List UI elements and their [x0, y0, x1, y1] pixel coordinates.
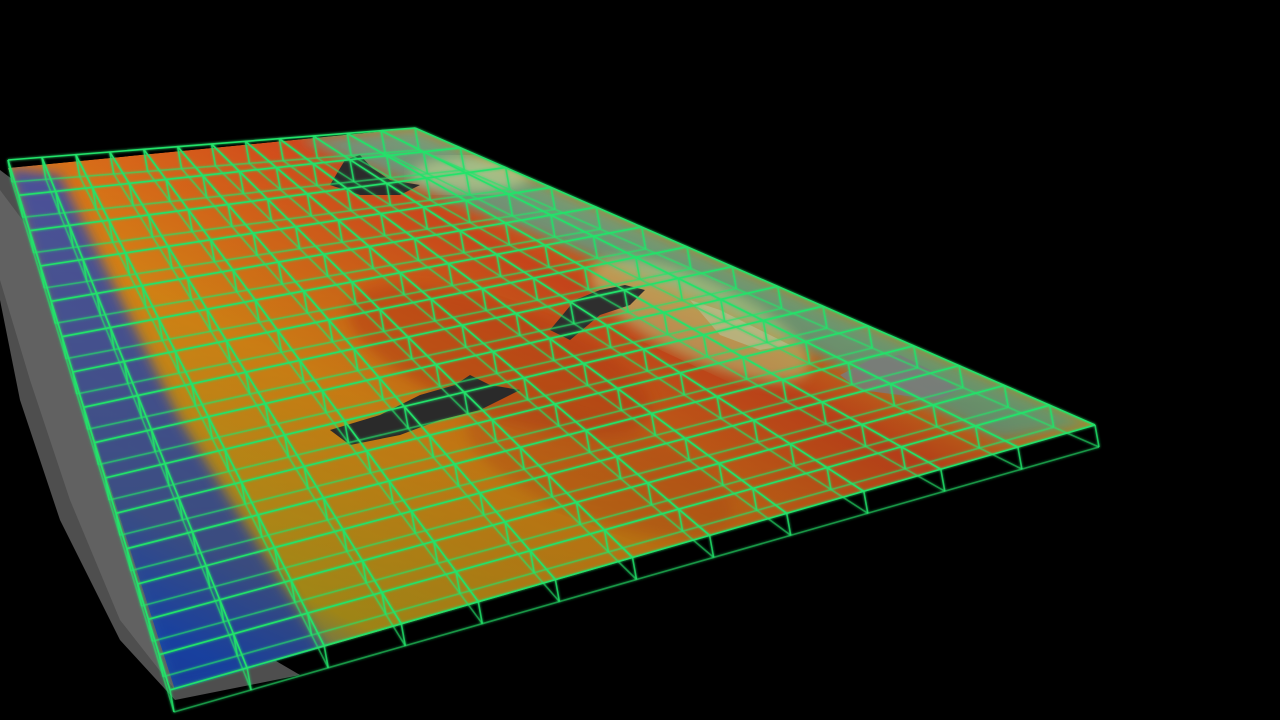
grid-line — [940, 469, 946, 492]
grid-line — [1094, 424, 1100, 448]
grid-line — [863, 491, 869, 514]
scene-canvas[interactable] — [0, 0, 1280, 720]
3d-viewport[interactable] — [0, 0, 1280, 720]
grid-line — [1017, 446, 1023, 470]
